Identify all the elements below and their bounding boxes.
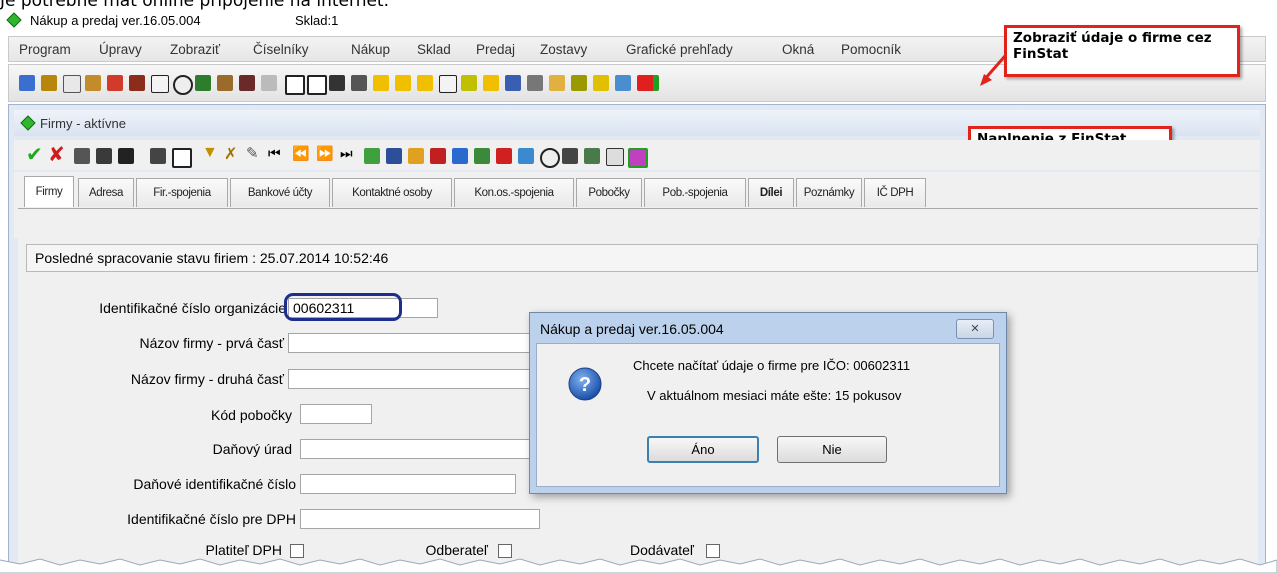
toolbar-icon[interactable] [584,148,600,164]
edit-icon[interactable] [606,148,624,166]
app-diamond-icon [20,115,36,131]
filter-icon[interactable]: ▼ [202,144,218,162]
tax-office-label: Daňový úrad [212,441,292,457]
prev-record-icon[interactable]: ⏪ [292,145,309,162]
branch-field[interactable] [300,404,372,424]
filter-clear-icon[interactable]: ✗ [224,144,237,164]
finstat-fill-icon[interactable] [628,148,648,168]
confirm-dialog: Nákup a predaj ver.16.05.004 ✕ ? Chcete … [529,312,1007,494]
toolbar-icon[interactable] [96,148,112,164]
tab-dilei[interactable]: Dílei [748,178,794,207]
child-window-title: Firmy - aktívne [40,116,126,131]
svg-text:?: ? [579,374,591,396]
tab-fir-spojenia[interactable]: Fir.-spojenia [136,178,228,207]
toolbar-icon[interactable] [364,148,380,164]
tab-firmy[interactable]: Firmy [24,176,74,207]
first-record-icon[interactable]: ⏮ [268,145,281,162]
toolbar-icon[interactable] [496,148,512,164]
status-text: Posledné spracovanie stavu firiem : 25.0… [35,250,389,266]
tab-kon-os-spojenia[interactable]: Kon.os.-spojenia [454,178,574,207]
toolbar-icon[interactable] [474,148,490,164]
status-line: Posledné spracovanie stavu firiem : 25.0… [26,244,1258,272]
dialog-yes-button[interactable]: Áno [647,436,759,463]
dialog-no-button[interactable]: Nie [777,436,887,463]
confirm-icon[interactable]: ✔ [26,142,43,167]
delete-icon[interactable] [118,148,134,164]
tab-ic-dph[interactable]: IČ DPH [864,178,926,207]
icdph-label: Identifikačné číslo pre DPH [127,511,296,527]
ico-highlight-ring [284,293,402,321]
name2-field[interactable] [288,369,530,389]
dialog-body: ? Chcete načítať údaje o firme pre IČO: … [536,343,1000,487]
name1-label: Názov firmy - prvá časť [139,335,285,351]
name1-field[interactable] [288,333,530,353]
tree-icon[interactable] [518,148,534,164]
dialog-title: Nákup a predaj ver.16.05.004 [540,321,724,337]
tab-adresa[interactable]: Adresa [78,178,134,207]
filter-edit-icon[interactable]: ✎ [246,144,259,162]
toolbar-icon[interactable] [386,148,402,164]
cancel-icon[interactable]: ✘ [48,142,65,167]
ico-label: Identifikačné číslo organizácie [99,300,286,316]
question-icon: ? [568,367,602,401]
dialog-close-button[interactable]: ✕ [956,319,994,339]
tab-pob-spojenia[interactable]: Pob.-spojenia [644,178,746,207]
last-record-icon[interactable]: ⏭ [340,145,353,162]
dic-field[interactable] [300,474,516,494]
dialog-message-2: V aktuálnom mesiaci máte ešte: 15 pokuso… [647,388,902,403]
name2-label: Názov firmy - druhá časť [130,371,284,387]
dialog-message-1: Chcete načítať údaje o firme pre IČO: 00… [633,358,911,373]
print-icon[interactable] [562,148,578,164]
tax-office-field[interactable] [300,439,530,459]
toolbar-icon[interactable] [452,148,468,164]
tab-bankove-ucty[interactable]: Bankové účty [230,178,330,207]
document-icon[interactable] [172,148,192,168]
callout-finstat-show: Zobraziť údaje o firme cez FinStat [1004,25,1240,77]
child-toolbar: ✔ ✘ ▼ ✗ ✎ ⏮ ⏪ ⏩ ⏭ [14,140,1260,170]
home-icon[interactable] [430,148,446,164]
next-record-icon[interactable]: ⏩ [316,145,333,162]
print-icon[interactable] [150,148,166,164]
icdph-field[interactable] [300,509,540,529]
globe-icon[interactable] [540,148,560,168]
tab-poznamky[interactable]: Poznámky [796,178,862,207]
dic-label: Daňové identifikačné číslo [133,476,296,492]
tab-kontaktne-osoby[interactable]: Kontaktné osoby [332,178,452,207]
toolbar-icon[interactable] [74,148,90,164]
branch-label: Kód pobočky [211,407,292,423]
toolbar-icon[interactable] [408,148,424,164]
tab-pobocky[interactable]: Pobočky [576,178,642,207]
torn-edge-decoration [0,558,1277,573]
